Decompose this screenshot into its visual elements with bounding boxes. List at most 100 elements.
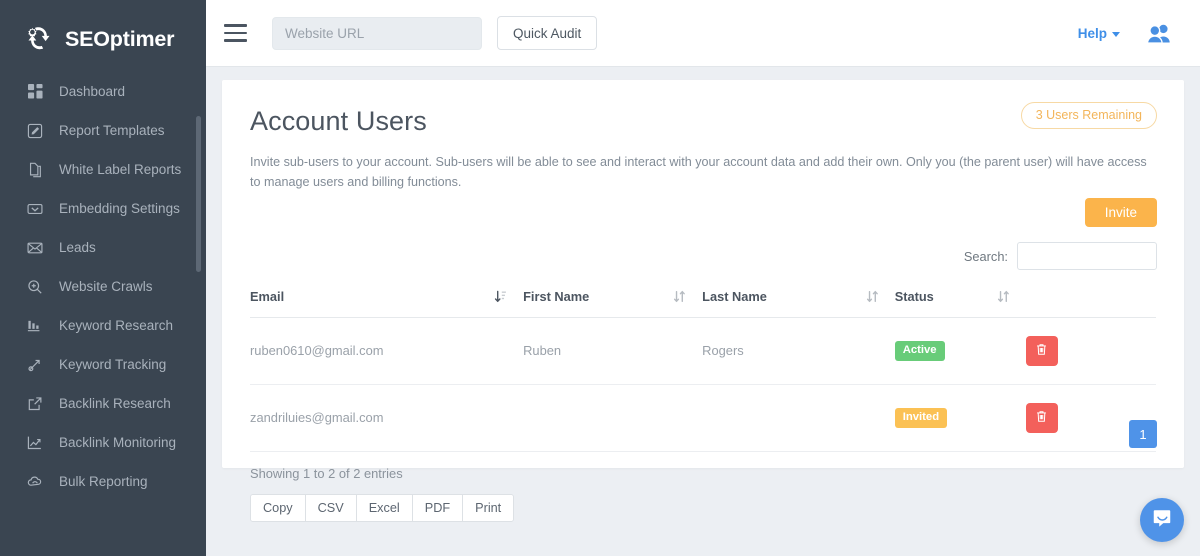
- sidebar-item-report-templates[interactable]: Report Templates: [0, 111, 206, 150]
- main-content: Account Users 3 Users Remaining Invite s…: [206, 67, 1200, 556]
- sidebar: SEOptimer Dashboard: [0, 0, 206, 556]
- chat-launcher-button[interactable]: [1140, 498, 1184, 542]
- cell-last-name: Rogers: [702, 317, 895, 384]
- invite-button[interactable]: Invite: [1085, 198, 1157, 227]
- table-body: ruben0610@gmail.com Ruben Rogers Active: [250, 317, 1156, 451]
- trend-arrow-icon: [26, 356, 44, 374]
- status-badge: Invited: [895, 408, 947, 428]
- sidebar-item-label: Embedding Settings: [59, 202, 180, 216]
- caret-down-icon: [1112, 32, 1120, 37]
- sidebar-item-label: Keyword Tracking: [59, 358, 166, 372]
- cell-status: Active: [895, 317, 1026, 384]
- account-users-table: Email First Name: [250, 289, 1156, 452]
- quick-audit-button[interactable]: Quick Audit: [497, 16, 597, 50]
- sidebar-item-keyword-tracking[interactable]: Keyword Tracking: [0, 345, 206, 384]
- hamburger-menu-icon[interactable]: [224, 20, 252, 46]
- sidebar-item-label: Backlink Monitoring: [59, 436, 176, 450]
- intercom-chat-bubble-icon: [1151, 507, 1173, 534]
- showing-entries-text: Showing 1 to 2 of 2 entries: [250, 466, 1156, 481]
- topbar: Quick Audit Help: [206, 0, 1200, 67]
- column-label: Last Name: [702, 289, 767, 304]
- external-link-icon: [26, 395, 44, 413]
- cell-actions: [1026, 317, 1156, 384]
- column-label: First Name: [523, 289, 589, 304]
- sidebar-item-label: Report Templates: [59, 124, 165, 138]
- bar-chart-icon: [26, 317, 44, 335]
- embed-window-icon: [26, 200, 44, 218]
- sidebar-item-white-label-reports[interactable]: White Label Reports: [0, 150, 206, 189]
- sidebar-item-label: Backlink Research: [59, 397, 171, 411]
- sort-neutral-icon[interactable]: [673, 289, 686, 307]
- grid-dashboard-icon: [26, 83, 44, 101]
- cell-first-name: [523, 384, 702, 451]
- help-label: Help: [1078, 26, 1107, 41]
- page-description: Invite sub-users to your account. Sub-us…: [250, 152, 1156, 193]
- sidebar-item-dashboard[interactable]: Dashboard: [0, 72, 206, 111]
- brand-logo[interactable]: SEOptimer: [0, 0, 206, 62]
- sidebar-scrollbar-track[interactable]: [197, 56, 204, 536]
- sidebar-item-backlink-monitoring[interactable]: Backlink Monitoring: [0, 423, 206, 462]
- trash-can-icon: [1035, 343, 1048, 359]
- export-copy-button[interactable]: Copy: [251, 495, 306, 521]
- delete-user-button[interactable]: [1026, 336, 1058, 366]
- cloud-gauge-icon: [26, 473, 44, 491]
- column-header-email[interactable]: Email: [250, 289, 523, 318]
- help-dropdown[interactable]: Help: [1078, 26, 1120, 41]
- sidebar-item-website-crawls[interactable]: Website Crawls: [0, 267, 206, 306]
- cell-email: ruben0610@gmail.com: [250, 317, 523, 384]
- column-label: Status: [895, 289, 934, 304]
- sidebar-item-label: Dashboard: [59, 85, 125, 99]
- column-label: Email: [250, 289, 284, 304]
- status-badge: Active: [895, 341, 945, 361]
- delete-user-button[interactable]: [1026, 403, 1058, 433]
- sort-neutral-icon[interactable]: [997, 289, 1010, 307]
- app-root: SEOptimer Dashboard: [0, 0, 1200, 556]
- export-print-button[interactable]: Print: [463, 495, 513, 521]
- cell-status: Invited: [895, 384, 1026, 451]
- cell-last-name: [702, 384, 895, 451]
- sidebar-item-label: Keyword Research: [59, 319, 173, 333]
- export-pdf-button[interactable]: PDF: [413, 495, 463, 521]
- cell-first-name: Ruben: [523, 317, 702, 384]
- page-title: Account Users: [250, 106, 1156, 137]
- seoptimer-gear-logo-icon: [22, 23, 56, 57]
- sidebar-item-label: Leads: [59, 241, 96, 255]
- sidebar-item-backlink-research[interactable]: Backlink Research: [0, 384, 206, 423]
- search-label: Search:: [964, 249, 1008, 264]
- column-header-first-name[interactable]: First Name: [523, 289, 702, 318]
- sidebar-item-label: Bulk Reporting: [59, 475, 148, 489]
- search-input[interactable]: [1017, 242, 1157, 270]
- table-header-row: Email First Name: [250, 289, 1156, 318]
- line-chart-icon: [26, 434, 44, 452]
- sidebar-item-leads[interactable]: Leads: [0, 228, 206, 267]
- brand-name: SEOptimer: [65, 29, 174, 51]
- column-header-actions: [1026, 289, 1156, 318]
- sort-asc-active-icon[interactable]: [494, 289, 507, 307]
- column-header-last-name[interactable]: Last Name: [702, 289, 895, 318]
- users-group-icon[interactable]: [1146, 23, 1172, 44]
- sort-neutral-icon[interactable]: [866, 289, 879, 307]
- export-csv-button[interactable]: CSV: [306, 495, 357, 521]
- sidebar-item-label: Website Crawls: [59, 280, 153, 294]
- sidebar-item-embedding-settings[interactable]: Embedding Settings: [0, 189, 206, 228]
- envelope-icon: [26, 239, 44, 257]
- export-button-group: Copy CSV Excel PDF Print: [250, 494, 514, 522]
- sidebar-item-keyword-research[interactable]: Keyword Research: [0, 306, 206, 345]
- search-row: Search:: [964, 242, 1157, 270]
- users-remaining-badge[interactable]: 3 Users Remaining: [1021, 102, 1157, 129]
- pagination: 1: [1129, 420, 1157, 448]
- website-url-input[interactable]: [272, 17, 482, 50]
- column-header-status[interactable]: Status: [895, 289, 1026, 318]
- cell-email: zandriluies@gmail.com: [250, 384, 523, 451]
- magnifier-plus-icon: [26, 278, 44, 296]
- table-row: zandriluies@gmail.com Invited: [250, 384, 1156, 451]
- export-excel-button[interactable]: Excel: [357, 495, 413, 521]
- pagination-page-1[interactable]: 1: [1129, 420, 1157, 448]
- topbar-right-group: Help: [1078, 23, 1172, 44]
- sidebar-item-bulk-reporting[interactable]: Bulk Reporting: [0, 462, 206, 501]
- sidebar-scrollbar-thumb[interactable]: [196, 116, 201, 272]
- table-head: Email First Name: [250, 289, 1156, 318]
- trash-can-icon: [1035, 410, 1048, 426]
- account-users-card: Account Users 3 Users Remaining Invite s…: [222, 80, 1184, 468]
- copy-documents-icon: [26, 161, 44, 179]
